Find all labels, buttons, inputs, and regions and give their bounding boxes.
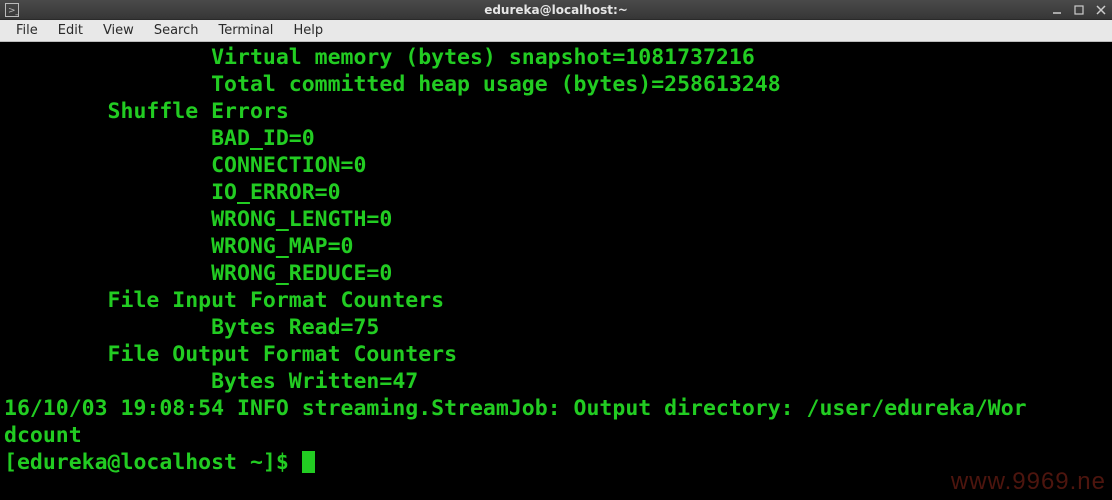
output-line: BAD_ID=0 [4, 126, 315, 151]
svg-text:>_: >_ [8, 6, 19, 16]
menu-terminal[interactable]: Terminal [208, 21, 283, 40]
close-button[interactable] [1094, 3, 1108, 17]
output-line: Bytes Read=75 [4, 315, 379, 340]
terminal-output[interactable]: Virtual memory (bytes) snapshot=10817372… [0, 42, 1112, 500]
menu-help[interactable]: Help [283, 21, 333, 40]
menu-search[interactable]: Search [144, 21, 209, 40]
minimize-button[interactable] [1050, 3, 1064, 17]
menu-view[interactable]: View [93, 21, 144, 40]
maximize-button[interactable] [1072, 3, 1086, 17]
output-line: Shuffle Errors [4, 99, 289, 124]
output-line: Virtual memory (bytes) snapshot=10817372… [4, 45, 755, 70]
output-line: Bytes Written=47 [4, 369, 418, 394]
window-titlebar: >_ edureka@localhost:~ [0, 0, 1112, 20]
output-line: WRONG_LENGTH=0 [4, 207, 392, 232]
output-line: WRONG_REDUCE=0 [4, 261, 392, 286]
menu-edit[interactable]: Edit [48, 21, 93, 40]
output-line: Total committed heap usage (bytes)=25861… [4, 72, 781, 97]
output-line: WRONG_MAP=0 [4, 234, 354, 259]
menubar: File Edit View Search Terminal Help [0, 20, 1112, 42]
terminal-icon: >_ [4, 2, 20, 18]
output-line: 16/10/03 19:08:54 INFO streaming.StreamJ… [4, 396, 1027, 421]
output-line: CONNECTION=0 [4, 153, 366, 178]
window-title: edureka@localhost:~ [484, 3, 628, 17]
output-line: File Output Format Counters [4, 342, 470, 367]
output-line: dcount [4, 423, 82, 448]
window-controls [1050, 3, 1108, 17]
output-line: IO_ERROR=0 [4, 180, 341, 205]
output-line: File Input Format Counters [4, 288, 457, 313]
shell-prompt: [edureka@localhost ~]$ [4, 450, 302, 475]
terminal-cursor [302, 451, 315, 473]
menu-file[interactable]: File [6, 21, 48, 40]
